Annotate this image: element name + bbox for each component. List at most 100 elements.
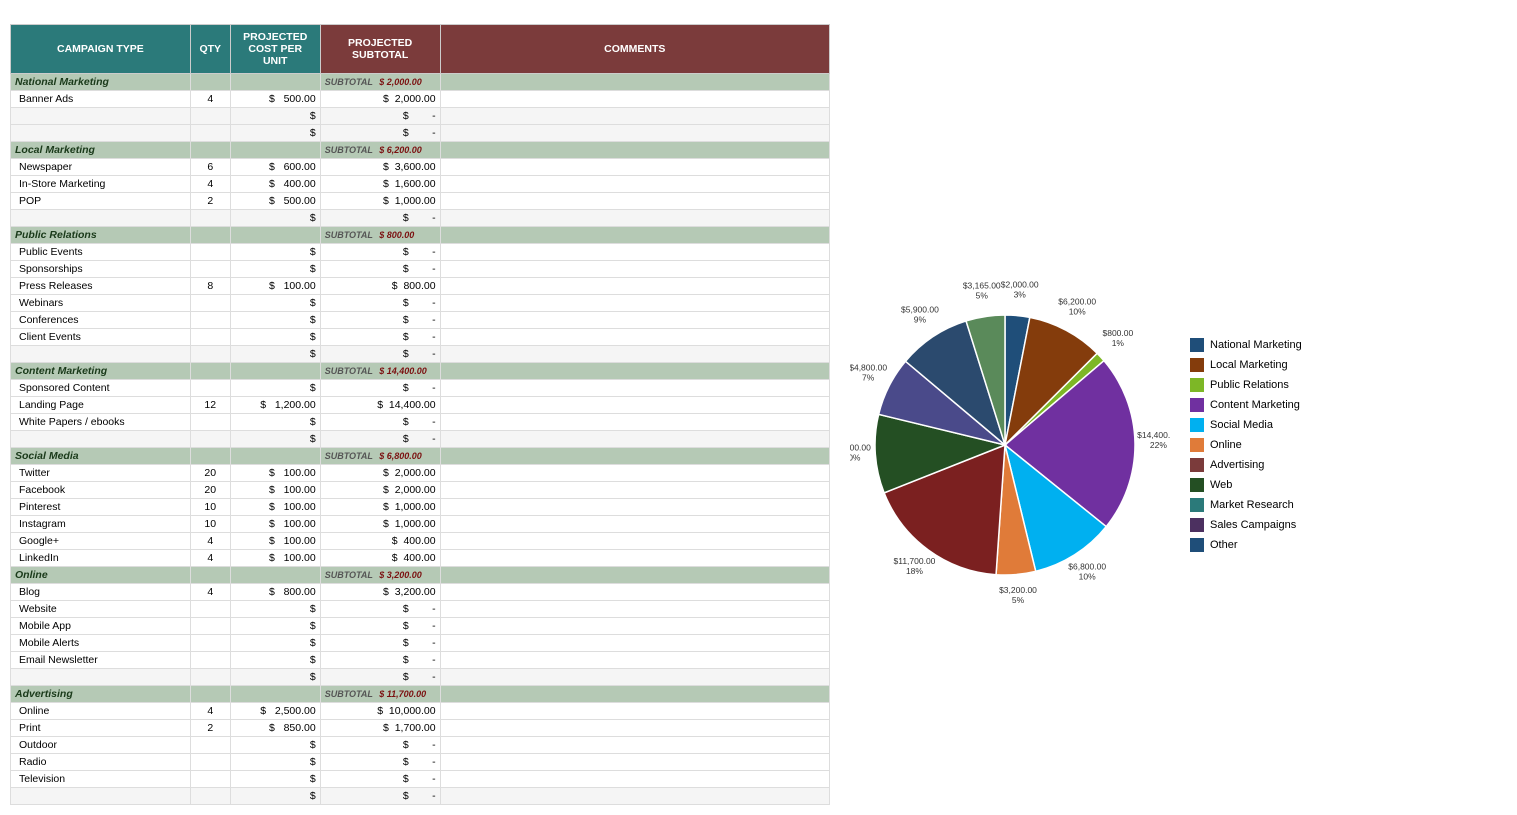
- category-row: Public Relations SUBTOTAL $ 800.00: [11, 227, 830, 244]
- table-row: Email Newsletter $ $ -: [11, 652, 830, 669]
- category-name: Local Marketing: [11, 142, 191, 159]
- col-projected-cost: PROJECTED COST PER UNIT: [230, 25, 320, 74]
- pie-label: $2,000.003%: [1001, 279, 1039, 299]
- legend-color-box: [1190, 518, 1204, 532]
- legend-item: Sales Campaigns: [1190, 518, 1302, 532]
- category-name: Advertising: [11, 686, 191, 703]
- table-row: Sponsored Content $ $ -: [11, 380, 830, 397]
- legend-item: Web: [1190, 478, 1302, 492]
- table-row: LinkedIn 4 $ 100.00 $ 400.00: [11, 550, 830, 567]
- legend-color-box: [1190, 478, 1204, 492]
- budget-table: CAMPAIGN TYPE QTY PROJECTED COST PER UNI…: [10, 24, 830, 805]
- legend-item: Public Relations: [1190, 378, 1302, 392]
- legend-item: Market Research: [1190, 498, 1302, 512]
- legend-item: National Marketing: [1190, 338, 1302, 352]
- table-row: Outdoor $ $ -: [11, 737, 830, 754]
- col-campaign-type: CAMPAIGN TYPE: [11, 25, 191, 74]
- table-row: Banner Ads 4 $ 500.00 $ 2,000.00: [11, 91, 830, 108]
- legend-label: Sales Campaigns: [1210, 519, 1296, 531]
- pie-label: $3,200.005%: [999, 584, 1037, 604]
- category-row: Advertising SUBTOTAL $ 11,700.00: [11, 686, 830, 703]
- table-row: Conferences $ $ -: [11, 312, 830, 329]
- legend-color-box: [1190, 378, 1204, 392]
- pie-label: $11,700.0018%: [894, 555, 936, 575]
- pie-chart: $2,000.003% $6,200.0010% $800.001% $14,400.…: [850, 275, 1170, 615]
- table-row: Facebook 20 $ 100.00 $ 2,000.00: [11, 482, 830, 499]
- legend-label: Social Media: [1210, 419, 1273, 431]
- legend-color-box: [1190, 338, 1204, 352]
- pie-label: $5,900.009%: [901, 304, 939, 324]
- pie-label: $3,165.005%: [963, 280, 1001, 300]
- budget-table-section: CAMPAIGN TYPE QTY PROJECTED COST PER UNI…: [10, 24, 830, 805]
- table-row: $ $ -: [11, 431, 830, 448]
- table-row: Television $ $ -: [11, 771, 830, 788]
- legend-label: Public Relations: [1210, 379, 1289, 391]
- legend-label: National Marketing: [1210, 339, 1302, 351]
- category-row: National Marketing SUBTOTAL $ 2,000.00: [11, 74, 830, 91]
- pie-label: $4,800.007%: [850, 362, 887, 382]
- table-row: Website $ $ -: [11, 601, 830, 618]
- category-name: Content Marketing: [11, 363, 191, 380]
- table-row: Webinars $ $ -: [11, 295, 830, 312]
- main-content: CAMPAIGN TYPE QTY PROJECTED COST PER UNI…: [10, 24, 1507, 805]
- table-row: In-Store Marketing 4 $ 400.00 $ 1,600.00: [11, 176, 830, 193]
- legend-color-box: [1190, 358, 1204, 372]
- table-row: Google+ 4 $ 100.00 $ 400.00: [11, 533, 830, 550]
- table-row: Client Events $ $ -: [11, 329, 830, 346]
- category-row: Content Marketing SUBTOTAL $ 14,400.00: [11, 363, 830, 380]
- col-projected-subtotal: PROJECTED SUBTOTAL: [320, 25, 440, 74]
- table-row: $ $ -: [11, 125, 830, 142]
- table-row: Mobile Alerts $ $ -: [11, 635, 830, 652]
- table-row: Newspaper 6 $ 600.00 $ 3,600.00: [11, 159, 830, 176]
- table-row: $ $ -: [11, 788, 830, 805]
- legend-label: Other: [1210, 539, 1238, 551]
- table-row: $ $ -: [11, 669, 830, 686]
- category-row: Social Media SUBTOTAL $ 6,800.00: [11, 448, 830, 465]
- legend-label: Advertising: [1210, 459, 1264, 471]
- legend-item: Other: [1190, 538, 1302, 552]
- legend-item: Online: [1190, 438, 1302, 452]
- legend-label: Online: [1210, 439, 1242, 451]
- table-row: Pinterest 10 $ 100.00 $ 1,000.00: [11, 499, 830, 516]
- legend-label: Content Marketing: [1210, 399, 1300, 411]
- legend-color-box: [1190, 538, 1204, 552]
- category-name: Public Relations: [11, 227, 191, 244]
- legend-color-box: [1190, 418, 1204, 432]
- table-row: Public Events $ $ -: [11, 244, 830, 261]
- legend-color-box: [1190, 458, 1204, 472]
- legend-label: Web: [1210, 479, 1232, 491]
- legend-label: Market Research: [1210, 499, 1294, 511]
- legend-color-box: [1190, 498, 1204, 512]
- table-row: Landing Page 12 $ 1,200.00 $ 14,400.00: [11, 397, 830, 414]
- table-row: $ $ -: [11, 108, 830, 125]
- pie-label: $6,400.0010%: [850, 442, 871, 462]
- table-row: Mobile App $ $ -: [11, 618, 830, 635]
- table-row: White Papers / ebooks $ $ -: [11, 414, 830, 431]
- category-name: National Marketing: [11, 74, 191, 91]
- category-row: Online SUBTOTAL $ 3,200.00: [11, 567, 830, 584]
- table-row: Twitter 20 $ 100.00 $ 2,000.00: [11, 465, 830, 482]
- legend-color-box: [1190, 438, 1204, 452]
- legend-color-box: [1190, 398, 1204, 412]
- chart-legend: National Marketing Local Marketing Publi…: [1190, 338, 1302, 552]
- pie-label: $6,800.0010%: [1068, 561, 1106, 581]
- legend-item: Advertising: [1190, 458, 1302, 472]
- category-name: Online: [11, 567, 191, 584]
- table-row: $ $ -: [11, 210, 830, 227]
- pie-label: $14,400.0022%: [1137, 429, 1170, 449]
- table-row: Online 4 $ 2,500.00 $ 10,000.00: [11, 703, 830, 720]
- table-row: POP 2 $ 500.00 $ 1,000.00: [11, 193, 830, 210]
- category-row: Local Marketing SUBTOTAL $ 6,200.00: [11, 142, 830, 159]
- pie-svg: $2,000.003% $6,200.0010% $800.001% $14,400.…: [850, 275, 1170, 615]
- table-row: Radio $ $ -: [11, 754, 830, 771]
- legend-item: Content Marketing: [1190, 398, 1302, 412]
- table-row: Sponsorships $ $ -: [11, 261, 830, 278]
- legend-item: Social Media: [1190, 418, 1302, 432]
- table-row: Press Releases 8 $ 100.00 $ 800.00: [11, 278, 830, 295]
- col-comments: COMMENTS: [440, 25, 829, 74]
- pie-label: $6,200.0010%: [1058, 296, 1096, 316]
- table-row: Instagram 10 $ 100.00 $ 1,000.00: [11, 516, 830, 533]
- pie-label: $800.001%: [1102, 328, 1133, 348]
- col-qty: QTY: [190, 25, 230, 74]
- chart-section: $2,000.003% $6,200.0010% $800.001% $14,400.…: [850, 84, 1302, 805]
